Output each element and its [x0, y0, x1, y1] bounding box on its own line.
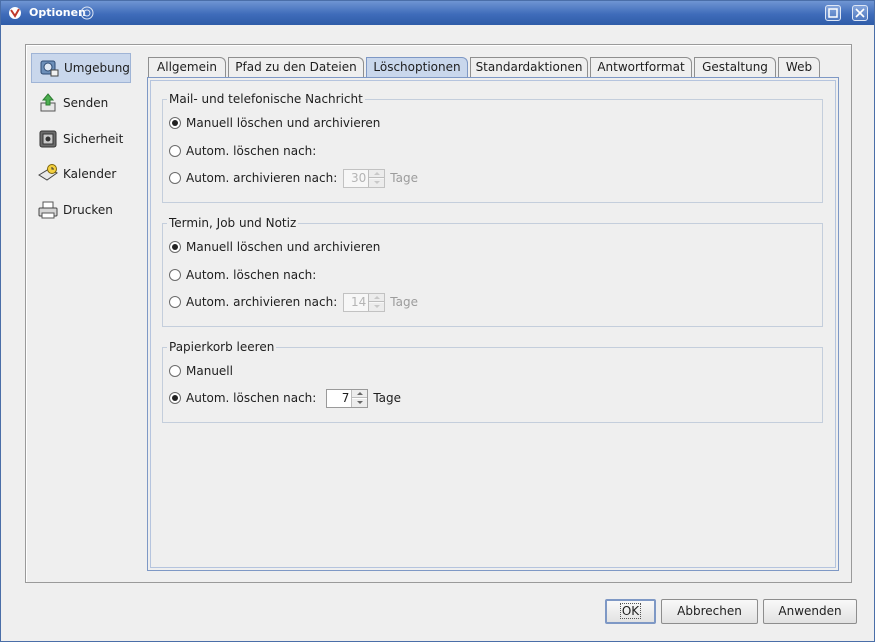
radio-mail-auto-archive[interactable]: Autom. archivieren nach: 30 Tage — [169, 168, 418, 188]
group-title: Papierkorb leeren — [167, 340, 277, 354]
swirl-icon — [80, 6, 94, 20]
radio-button[interactable] — [169, 296, 181, 308]
spinner-value: 7 — [341, 390, 350, 405]
radio-label: Manuell — [186, 364, 233, 378]
sidebar-item-label: Sicherheit — [63, 132, 124, 146]
radio-button-selected[interactable] — [169, 392, 181, 404]
environment-icon — [38, 57, 60, 79]
apply-button[interactable]: Anwenden — [763, 599, 857, 624]
radio-label: Autom. löschen nach: — [186, 268, 317, 282]
sidebar-item-label: Umgebung — [64, 61, 130, 75]
radio-button-selected[interactable] — [169, 117, 181, 129]
window-title: Optionen — [29, 6, 86, 19]
radio-trash-manual[interactable]: Manuell — [169, 362, 233, 380]
tab-loeschoptionen[interactable]: Löschoptionen — [366, 57, 468, 78]
radio-trash-auto-delete[interactable]: Autom. löschen nach: 7 Tage — [169, 388, 402, 408]
send-icon — [37, 92, 59, 114]
security-icon — [37, 128, 59, 150]
radio-mail-manual[interactable]: Manuell löschen und archivieren — [169, 114, 380, 132]
radio-button[interactable] — [169, 172, 181, 184]
group-papierkorb: Papierkorb leeren Manuell Autom. löschen… — [162, 340, 823, 423]
radio-label: Manuell löschen und archivieren — [186, 240, 381, 254]
sidebar-item-kalender[interactable]: Kalender — [31, 159, 131, 189]
mail-days-spinner[interactable]: 30 — [343, 168, 386, 188]
cancel-button[interactable]: Abbrechen — [661, 599, 758, 624]
spinner-up-button[interactable] — [369, 169, 385, 178]
tab-standardaktionen[interactable]: Standardaktionen — [470, 57, 588, 77]
tab-pfad-zu-den-dateien[interactable]: Pfad zu den Dateien — [228, 57, 364, 77]
radio-button[interactable] — [169, 269, 181, 281]
printer-icon — [37, 199, 59, 221]
sidebar-item-umgebung[interactable]: Umgebung — [31, 53, 131, 83]
ok-button-label: OK — [619, 603, 642, 619]
radio-label: Autom. löschen nach: — [186, 391, 317, 405]
options-window: Optionen Umgebung Senden Sicherheit Kale… — [0, 0, 875, 642]
spinner-up-button[interactable] — [369, 293, 385, 302]
close-icon — [855, 8, 865, 18]
radio-label: Autom. archivieren nach: — [186, 171, 338, 185]
spinner-value: 30 — [350, 170, 367, 185]
radio-label: Autom. archivieren nach: — [186, 295, 338, 309]
group-mail-nachricht: Mail- und telefonische Nachricht Manuell… — [162, 92, 823, 203]
radio-termin-auto-archive[interactable]: Autom. archivieren nach: 14 Tage — [169, 292, 418, 312]
sidebar-item-label: Senden — [63, 96, 109, 110]
tab-allgemein[interactable]: Allgemein — [148, 57, 226, 77]
group-title: Termin, Job und Notiz — [167, 216, 299, 230]
close-button[interactable] — [852, 5, 868, 21]
radio-label: Autom. löschen nach: — [186, 144, 317, 158]
app-icon — [9, 7, 21, 19]
ok-button[interactable]: OK — [605, 599, 656, 624]
group-title: Mail- und telefonische Nachricht — [167, 92, 365, 106]
sidebar-item-label: Kalender — [63, 167, 117, 181]
radio-mail-auto-delete[interactable]: Autom. löschen nach: — [169, 142, 316, 160]
spinner-down-button[interactable] — [352, 398, 368, 407]
radio-button-selected[interactable] — [169, 241, 181, 253]
sidebar-item-drucken[interactable]: Drucken — [31, 195, 131, 225]
sidebar-item-label: Drucken — [63, 203, 113, 217]
spinner-value: 14 — [350, 294, 367, 309]
sidebar-item-sicherheit[interactable]: Sicherheit — [31, 124, 131, 154]
termin-days-spinner[interactable]: 14 — [343, 292, 386, 312]
radio-button[interactable] — [169, 365, 181, 377]
maximize-icon — [828, 8, 838, 18]
tab-antwortformat[interactable]: Antwortformat — [590, 57, 692, 77]
radio-termin-manual[interactable]: Manuell löschen und archivieren — [169, 238, 380, 256]
calendar-icon — [37, 163, 59, 185]
tab-gestaltung[interactable]: Gestaltung — [694, 57, 776, 77]
spinner-down-button[interactable] — [369, 302, 385, 311]
unit-label: Tage — [390, 171, 418, 185]
unit-label: Tage — [390, 295, 418, 309]
radio-label: Manuell löschen und archivieren — [186, 116, 381, 130]
group-termin-job-notiz: Termin, Job und Notiz Manuell löschen un… — [162, 216, 823, 327]
radio-termin-auto-delete[interactable]: Autom. löschen nach: — [169, 266, 316, 284]
radio-button[interactable] — [169, 145, 181, 157]
sidebar-item-senden[interactable]: Senden — [31, 88, 131, 118]
spinner-up-button[interactable] — [352, 389, 368, 398]
trash-days-spinner[interactable]: 7 — [326, 388, 369, 408]
spinner-down-button[interactable] — [369, 178, 385, 187]
maximize-button[interactable] — [825, 5, 841, 21]
unit-label: Tage — [373, 391, 402, 405]
tab-web[interactable]: Web — [778, 57, 820, 77]
title-bar[interactable]: Optionen — [1, 1, 874, 25]
